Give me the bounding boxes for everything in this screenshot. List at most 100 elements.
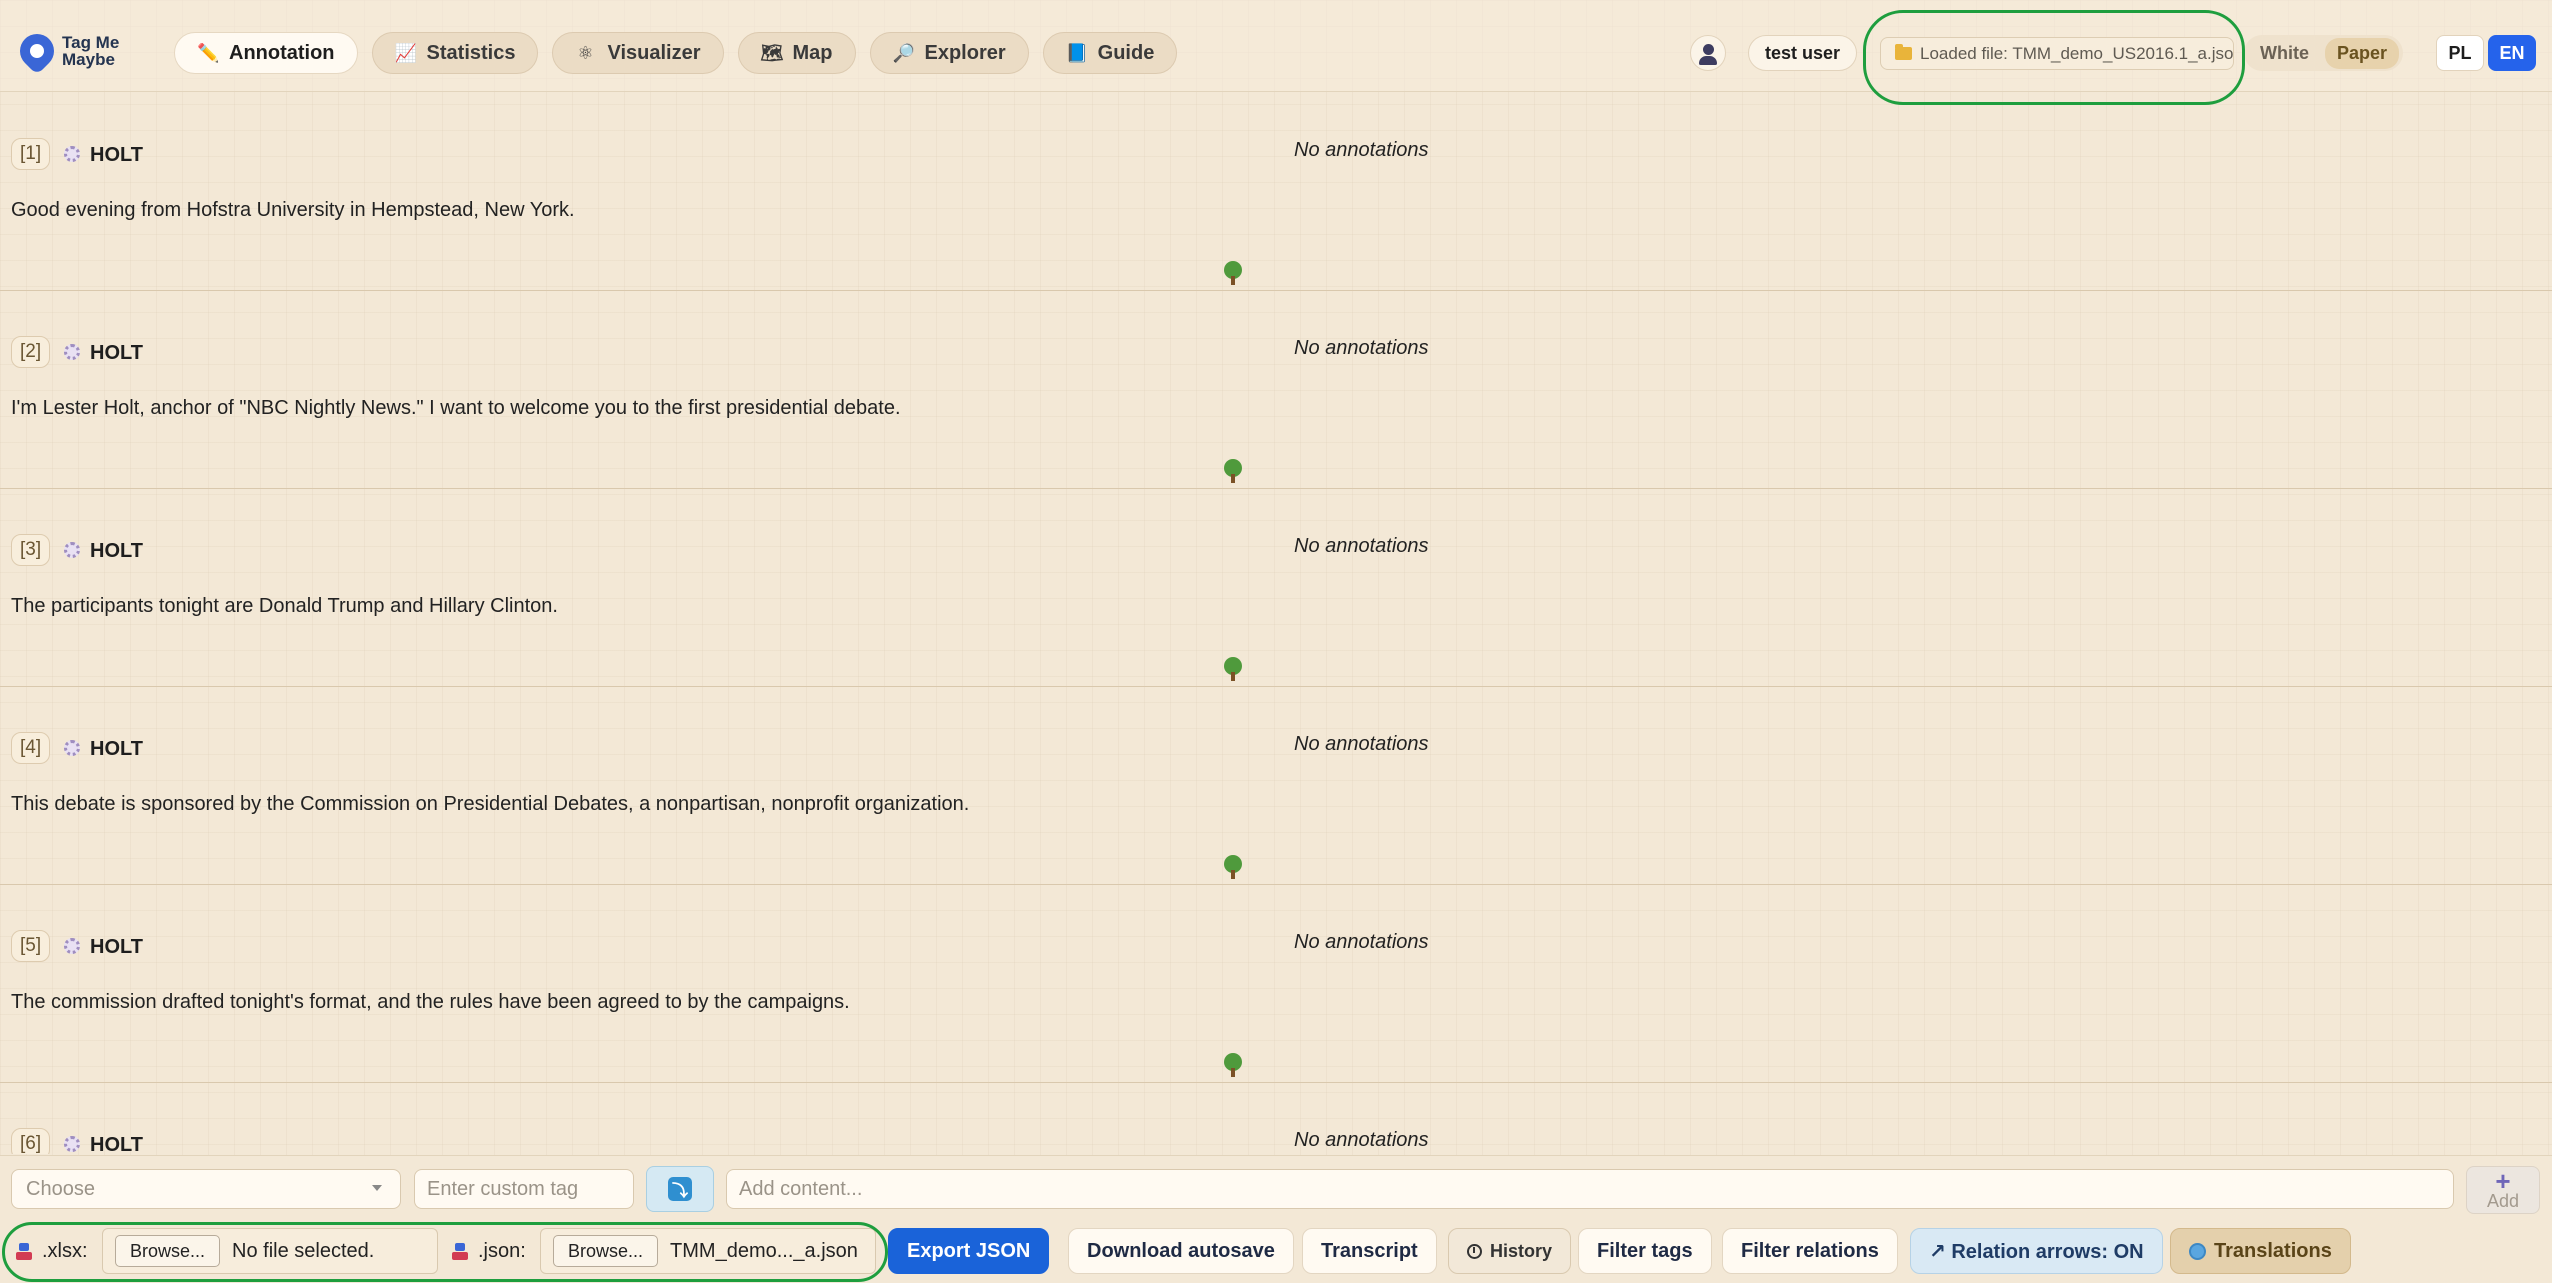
clock-icon xyxy=(1467,1243,1482,1259)
lang-pl-button[interactable]: PL xyxy=(2436,35,2484,71)
speaker-name: HOLT xyxy=(90,342,143,364)
magnifier-icon: 🔎 xyxy=(892,42,915,63)
user-name-button[interactable]: test user xyxy=(1748,35,1858,71)
swap-icon: ⤵ xyxy=(668,1177,692,1201)
gear-icon[interactable] xyxy=(64,542,80,558)
json-label: .json: xyxy=(478,1240,526,1262)
pencil-icon: ✏️ xyxy=(197,42,220,63)
gear-icon[interactable] xyxy=(64,344,80,360)
tab-visualizer[interactable]: ⚛ Visualizer xyxy=(552,32,724,74)
import-icon xyxy=(452,1242,468,1261)
swap-button[interactable]: ⤵ xyxy=(646,1166,714,1212)
xlsx-label: .xlsx: xyxy=(42,1240,88,1262)
main-nav: ✏️ Annotation 📈 Statistics ⚛ Visualizer … xyxy=(174,32,1178,74)
speaker-name: HOLT xyxy=(90,936,143,958)
tag-select-placeholder: Choose xyxy=(26,1177,95,1200)
entry-index[interactable]: [1] xyxy=(11,138,51,170)
loaded-file-label: Loaded file: TMM_demo_US2016.1_a.json xyxy=(1920,43,2234,63)
tag-select[interactable]: Choose xyxy=(11,1169,401,1209)
app-logo[interactable]: Tag Me Maybe xyxy=(12,26,132,76)
user-avatar-icon[interactable] xyxy=(1690,35,1726,71)
theme-white-option[interactable]: White xyxy=(2248,38,2321,69)
tab-statistics[interactable]: 📈 Statistics xyxy=(371,32,539,74)
list-item: [5] HOLT No annotations The commission d… xyxy=(0,885,2552,1083)
tab-label: Statistics xyxy=(426,41,516,64)
tree-icon[interactable] xyxy=(1222,459,1244,483)
annotations-status: No annotations xyxy=(1294,1129,1429,1151)
tab-label: Visualizer xyxy=(607,41,701,64)
logo-pin-icon xyxy=(12,26,62,76)
lang-en-button[interactable]: EN xyxy=(2488,35,2536,71)
json-import-label: .json: xyxy=(452,1240,526,1263)
xlsx-browse-button[interactable]: Browse... xyxy=(115,1235,221,1267)
logo-text: Tag Me Maybe xyxy=(62,33,120,69)
entry-index[interactable]: [3] xyxy=(11,534,51,566)
utterance-text[interactable]: The participants tonight are Donald Trum… xyxy=(11,595,558,618)
plus-icon: + xyxy=(2495,1166,2511,1196)
add-button[interactable]: + Add xyxy=(2466,1166,2540,1214)
filter-tags-button[interactable]: Filter tags xyxy=(1578,1228,1712,1274)
folder-icon xyxy=(1895,44,1912,60)
tab-label: Guide xyxy=(1097,41,1155,64)
tree-icon[interactable] xyxy=(1222,1053,1244,1077)
tree-icon[interactable] xyxy=(1222,261,1244,285)
translations-button[interactable]: Translations xyxy=(2170,1228,2351,1274)
json-file-status: TMM_demo..._a.json xyxy=(670,1239,858,1262)
list-item: [4] HOLT No annotations This debate is s… xyxy=(0,687,2552,885)
loaded-file-indicator: Loaded file: TMM_demo_US2016.1_a.json xyxy=(1880,37,2234,70)
filter-relations-button[interactable]: Filter relations xyxy=(1722,1228,1898,1274)
download-autosave-button[interactable]: Download autosave xyxy=(1068,1228,1294,1274)
gear-icon[interactable] xyxy=(64,740,80,756)
chart-icon: 📈 xyxy=(394,42,417,63)
list-item: [3] HOLT No annotations The participants… xyxy=(0,489,2552,687)
relation-arrows-toggle[interactable]: ↗ Relation arrows: ON xyxy=(1910,1228,2163,1274)
tab-label: Explorer xyxy=(924,41,1006,64)
gear-icon[interactable] xyxy=(64,938,80,954)
tab-explorer[interactable]: 🔎 Explorer xyxy=(869,32,1029,74)
tab-map[interactable]: 🗺 Map xyxy=(737,32,856,74)
tab-guide[interactable]: 📘 Guide xyxy=(1042,32,1178,74)
json-file-input[interactable]: Browse... TMM_demo..._a.json xyxy=(540,1228,876,1274)
theme-switch: White Paper xyxy=(2244,35,2404,71)
annotations-status: No annotations xyxy=(1294,733,1429,755)
language-switch: PL EN xyxy=(2436,35,2536,71)
add-content-input[interactable] xyxy=(726,1169,2454,1209)
tab-annotation[interactable]: ✏️ Annotation xyxy=(174,32,358,74)
utterance-list: [1] HOLT No annotations Good evening fro… xyxy=(0,93,2552,1154)
tab-label: Map xyxy=(792,41,833,64)
xlsx-file-status: No file selected. xyxy=(232,1239,375,1262)
annotations-status: No annotations xyxy=(1294,535,1429,557)
entry-index[interactable]: [2] xyxy=(11,336,51,368)
top-bar: Tag Me Maybe ✏️ Annotation 📈 Statistics … xyxy=(0,0,2552,92)
tree-icon[interactable] xyxy=(1222,855,1244,879)
gear-icon[interactable] xyxy=(64,1136,80,1152)
gear-icon[interactable] xyxy=(64,146,80,162)
entry-index[interactable]: [4] xyxy=(11,732,51,764)
utterance-text[interactable]: This debate is sponsored by the Commissi… xyxy=(11,793,969,816)
json-browse-button[interactable]: Browse... xyxy=(553,1235,659,1267)
entry-index[interactable]: [5] xyxy=(11,930,51,962)
export-json-button[interactable]: Export JSON xyxy=(888,1228,1050,1274)
xlsx-import-label: .xlsx: xyxy=(16,1240,88,1263)
list-item: [1] HOLT No annotations Good evening fro… xyxy=(0,93,2552,291)
transcript-button[interactable]: Transcript xyxy=(1302,1228,1437,1274)
globe-icon xyxy=(2189,1242,2206,1260)
speaker-name: HOLT xyxy=(90,540,143,562)
speaker-name: HOLT xyxy=(90,1134,143,1154)
history-button[interactable]: History xyxy=(1448,1228,1572,1274)
translations-label: Translations xyxy=(2214,1239,2332,1262)
utterance-text[interactable]: Good evening from Hofstra University in … xyxy=(11,199,575,222)
add-button-label: Add xyxy=(2486,1191,2520,1211)
import-icon xyxy=(16,1242,32,1261)
chevron-down-icon xyxy=(372,1185,382,1191)
history-label: History xyxy=(1490,1240,1553,1261)
list-item: [6] HOLT No annotations xyxy=(0,1083,2552,1154)
entry-index[interactable]: [6] xyxy=(11,1128,51,1154)
xlsx-file-input[interactable]: Browse... No file selected. xyxy=(102,1228,438,1274)
tree-icon[interactable] xyxy=(1222,657,1244,681)
theme-paper-option[interactable]: Paper xyxy=(2325,37,2400,69)
utterance-text[interactable]: The commission drafted tonight's format,… xyxy=(11,991,850,1014)
bottom-toolbar: Choose ⤵ + Add .xlsx: Browse... No file … xyxy=(0,1155,2552,1283)
utterance-text[interactable]: I'm Lester Holt, anchor of "NBC Nightly … xyxy=(11,397,901,420)
custom-tag-input[interactable] xyxy=(414,1169,634,1209)
